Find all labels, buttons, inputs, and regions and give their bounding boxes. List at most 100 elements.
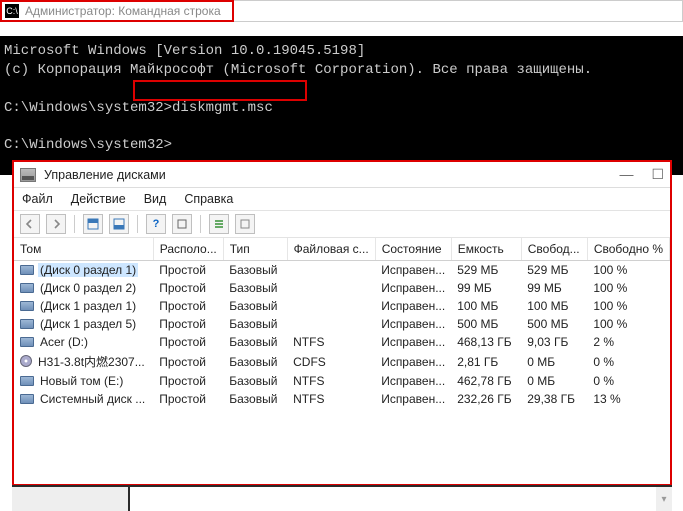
cell-layout: Простой: [153, 333, 223, 351]
volume-icon: [20, 265, 34, 275]
cell-layout: Простой: [153, 372, 223, 390]
cell-layout: Простой: [153, 261, 223, 280]
dm-title-bar[interactable]: Управление дисками — ☐: [14, 162, 670, 188]
cell-layout: Простой: [153, 351, 223, 372]
volume-icon: [20, 301, 34, 311]
col-capacity[interactable]: Емкость: [451, 238, 521, 261]
toolbar-view-bottom-button[interactable]: [109, 214, 129, 234]
cmd-title-bar[interactable]: C:\ Администратор: Командная строка: [0, 0, 683, 22]
volume-name: H31-3.8t内燃2307...: [36, 355, 147, 369]
cell-pctfree: 100 %: [587, 261, 669, 280]
cell-state: Исправен...: [375, 372, 451, 390]
cell-type: Базовый: [223, 279, 287, 297]
col-state[interactable]: Состояние: [375, 238, 451, 261]
volume-name: (Диск 1 раздел 5): [38, 317, 138, 331]
minimize-button[interactable]: —: [619, 166, 633, 183]
vertical-scrollbar-down-icon[interactable]: ▾: [656, 487, 672, 511]
cell-pctfree: 100 %: [587, 315, 669, 333]
toolbar-separator: [74, 215, 75, 233]
toolbar-refresh-button[interactable]: [172, 214, 192, 234]
cell-fs: CDFS: [287, 351, 375, 372]
cell-capacity: 468,13 ГБ: [451, 333, 521, 351]
cmd-prompt-1-command: diskmgmt.msc: [172, 100, 273, 116]
table-row[interactable]: Новый том (E:) ПростойБазовыйNTFSИсправен…: [14, 372, 670, 390]
toolbar-separator: [200, 215, 201, 233]
cmd-terminal[interactable]: Microsoft Windows [Version 10.0.19045.51…: [0, 36, 683, 175]
cell-state: Исправен...: [375, 351, 451, 372]
menu-action[interactable]: Действие: [71, 192, 126, 206]
cell-capacity: 462,78 ГБ: [451, 372, 521, 390]
volume-name: Acer (D:): [38, 335, 90, 349]
volume-name: (Диск 1 раздел 1): [38, 299, 138, 313]
cell-free: 0 МБ: [521, 372, 587, 390]
table-empty-area: [14, 408, 670, 484]
toolbar-view-top-button[interactable]: [83, 214, 103, 234]
cell-free: 100 МБ: [521, 297, 587, 315]
table-row[interactable]: H31-3.8t内燃2307... ПростойБазовыйCDFSИспра…: [14, 351, 670, 372]
maximize-button[interactable]: ☐: [651, 166, 664, 183]
table-row[interactable]: Системный диск ...ПростойБазовыйNTFSИспр…: [14, 390, 670, 408]
cell-free: 0 МБ: [521, 351, 587, 372]
menu-view[interactable]: Вид: [144, 192, 167, 206]
cell-type: Базовый: [223, 390, 287, 408]
cell-type: Базовый: [223, 261, 287, 280]
volume-table: Том Располо... Тип Файловая с... Состоян…: [14, 238, 670, 408]
col-free[interactable]: Свобод...: [521, 238, 587, 261]
menu-help[interactable]: Справка: [184, 192, 233, 206]
col-tom[interactable]: Том: [14, 238, 153, 261]
volume-icon: [20, 394, 34, 404]
volume-name: Новый том (E:): [38, 374, 125, 388]
volume-icon: [20, 319, 34, 329]
cell-type: Базовый: [223, 315, 287, 333]
menu-file[interactable]: Файл: [22, 192, 53, 206]
table-header-row[interactable]: Том Располо... Тип Файловая с... Состоян…: [14, 238, 670, 261]
cell-state: Исправен...: [375, 297, 451, 315]
toolbar-list-button[interactable]: [209, 214, 229, 234]
volume-name: (Диск 0 раздел 1): [38, 263, 138, 277]
cell-free: 29,38 ГБ: [521, 390, 587, 408]
cell-pctfree: 0 %: [587, 351, 669, 372]
dm-title-text: Управление дисками: [44, 168, 166, 182]
disk-management-window: Управление дисками — ☐ Файл Действие Вид…: [12, 160, 672, 486]
cell-state: Исправен...: [375, 315, 451, 333]
lower-pane-disk-label-area: [12, 487, 130, 511]
table-row[interactable]: (Диск 1 раздел 5) ПростойБазовый Исправен.…: [14, 315, 670, 333]
cell-layout: Простой: [153, 297, 223, 315]
dm-menu-bar: Файл Действие Вид Справка: [14, 188, 670, 211]
cell-fs: [287, 279, 375, 297]
cell-type: Базовый: [223, 372, 287, 390]
toolbar-back-button[interactable]: [20, 214, 40, 234]
col-layout[interactable]: Располо...: [153, 238, 223, 261]
cell-capacity: 2,81 ГБ: [451, 351, 521, 372]
cell-pctfree: 2 %: [587, 333, 669, 351]
table-row[interactable]: (Диск 0 раздел 1) ПростойБазовый Исправен.…: [14, 261, 670, 280]
cmd-prompt-2: C:\Windows\system32>: [4, 137, 172, 153]
table-row[interactable]: Acer (D:)ПростойБазовыйNTFSИсправен...46…: [14, 333, 670, 351]
col-fs[interactable]: Файловая с...: [287, 238, 375, 261]
cell-state: Исправен...: [375, 261, 451, 280]
col-type[interactable]: Тип: [223, 238, 287, 261]
disk-management-icon: [20, 168, 36, 182]
cell-fs: NTFS: [287, 372, 375, 390]
lower-pane-volume-area: [130, 487, 656, 511]
cell-state: Исправен...: [375, 390, 451, 408]
toolbar-forward-button[interactable]: [46, 214, 66, 234]
volume-icon: [20, 355, 32, 367]
cell-capacity: 232,26 ГБ: [451, 390, 521, 408]
cmd-icon: C:\: [5, 4, 19, 18]
cmd-prompt-1-prefix: C:\Windows\system32>: [4, 100, 172, 116]
cell-free: 500 МБ: [521, 315, 587, 333]
cell-type: Базовый: [223, 351, 287, 372]
cell-pctfree: 0 %: [587, 372, 669, 390]
cell-capacity: 529 МБ: [451, 261, 521, 280]
volume-icon: [20, 337, 34, 347]
table-row[interactable]: (Диск 0 раздел 2)ПростойБазовыйИсправен.…: [14, 279, 670, 297]
cell-layout: Простой: [153, 315, 223, 333]
cell-free: 9,03 ГБ: [521, 333, 587, 351]
col-pctfree[interactable]: Свободно %: [587, 238, 669, 261]
toolbar-help-button[interactable]: ?: [146, 214, 166, 234]
cmd-line-copyright: (c) Корпорация Майкрософт (Microsoft Cor…: [4, 62, 592, 78]
toolbar-properties-button[interactable]: [235, 214, 255, 234]
cell-capacity: 500 МБ: [451, 315, 521, 333]
table-row[interactable]: (Диск 1 раздел 1)ПростойБазовыйИсправен.…: [14, 297, 670, 315]
